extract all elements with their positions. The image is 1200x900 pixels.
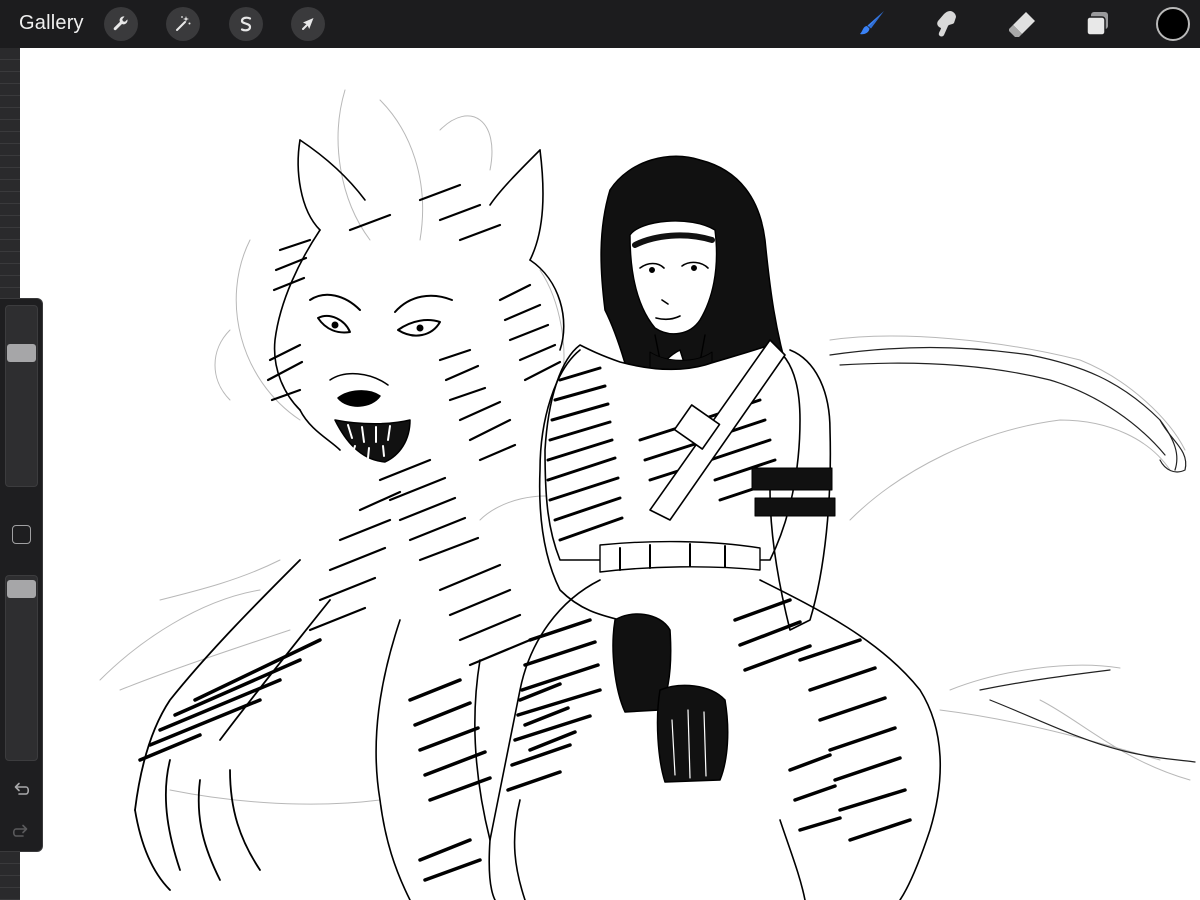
- eraser-icon: [1009, 12, 1035, 37]
- brush-size-handle[interactable]: [7, 344, 36, 362]
- top-toolbar: Gallery: [0, 0, 1200, 48]
- sketch-artwork: [99, 89, 1196, 900]
- modify-button[interactable]: [12, 525, 31, 544]
- smudge-tool-button[interactable]: [930, 8, 962, 40]
- brush-icon: [860, 11, 884, 35]
- gallery-button[interactable]: Gallery: [19, 12, 84, 35]
- magic-wand-icon: [176, 16, 191, 31]
- selection-s-icon: [240, 16, 252, 32]
- smudge-finger-icon: [937, 11, 956, 37]
- undo-arrow-icon: [14, 782, 30, 795]
- transform-button[interactable]: [291, 7, 325, 41]
- brush-size-slider[interactable]: [5, 305, 38, 487]
- opacity-handle[interactable]: [7, 580, 36, 598]
- opacity-slider[interactable]: [5, 575, 38, 761]
- selection-button[interactable]: [229, 7, 263, 41]
- drawing-canvas[interactable]: [20, 48, 1200, 900]
- brush-sidebar: [0, 298, 43, 852]
- actions-button[interactable]: [104, 7, 138, 41]
- undo-button[interactable]: [8, 777, 34, 803]
- adjustments-button[interactable]: [166, 7, 200, 41]
- eraser-tool-button[interactable]: [1006, 8, 1038, 40]
- layers-icon: [1086, 12, 1108, 36]
- redo-arrow-icon: [12, 824, 28, 837]
- arrow-cursor-icon: [302, 18, 314, 30]
- layers-button[interactable]: [1082, 8, 1114, 40]
- brush-tool-button[interactable]: [855, 8, 887, 40]
- wrench-icon: [113, 16, 128, 31]
- redo-button[interactable]: [8, 819, 34, 845]
- color-picker-button[interactable]: [1156, 7, 1190, 41]
